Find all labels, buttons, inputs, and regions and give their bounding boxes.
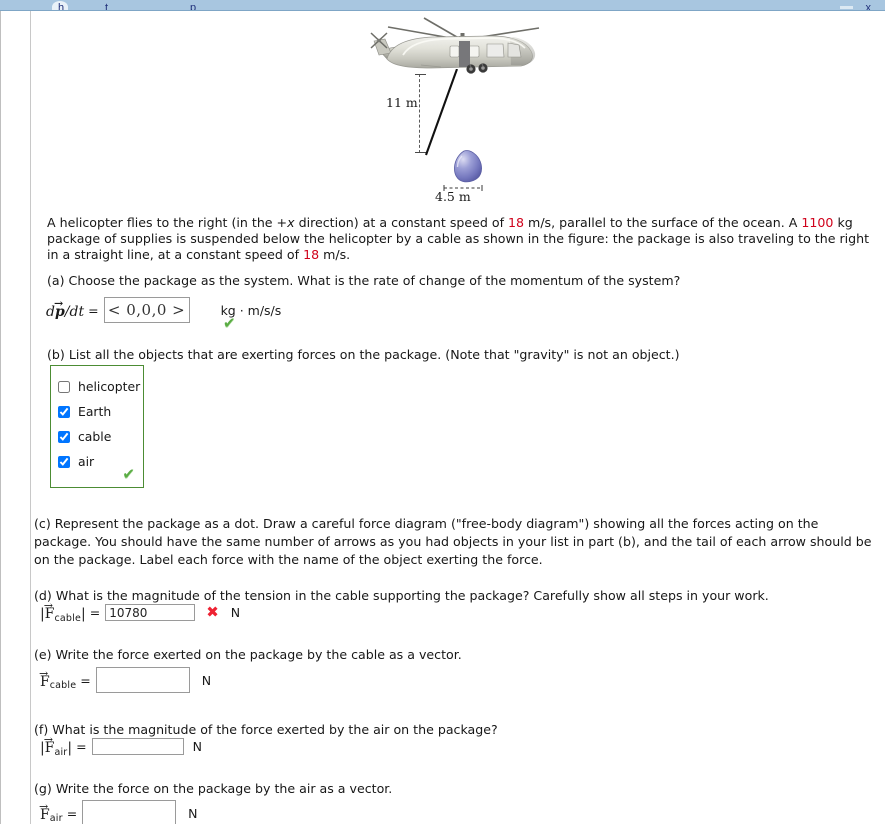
part-f-unit: N — [192, 739, 202, 754]
part-g-unit: N — [188, 805, 198, 821]
part-d-unit: N — [230, 605, 241, 620]
part-a-math-label: d → p /dt — [46, 296, 85, 320]
dpdt-p-vector: → p — [53, 296, 65, 320]
part-e-F-vector: → F — [39, 666, 50, 690]
part-d-answer-row: | →F cable| = ✖ N — [40, 599, 241, 624]
statement-mass: 1100 — [801, 215, 834, 230]
problem-statement: A helicopter flies to the right (in the … — [47, 215, 878, 263]
checkbox-cable[interactable] — [58, 430, 70, 443]
browser-url-fragment-2: t — [105, 2, 109, 11]
part-b-checkbox-group: helicopter Earth cable air ✔ — [50, 365, 144, 488]
checkbox-label-air: air — [78, 454, 95, 469]
vertical-dimension-line — [415, 74, 426, 153]
part-a-prompt: (a) Choose the package as the system. Wh… — [47, 273, 681, 288]
browser-chrome-bar: h t p x — [0, 0, 885, 11]
part-e-subscript: cable — [49, 680, 77, 691]
part-d-input[interactable] — [105, 604, 196, 621]
part-e-equals: = — [80, 672, 91, 688]
part-b-prompt: (b) List all the objects that are exerti… — [47, 347, 680, 362]
abs-bar-close: | — [67, 740, 73, 756]
part-b-option-helicopter[interactable]: helicopter — [51, 374, 143, 399]
part-d-prompt: (d) What is the magnitude of the tension… — [34, 588, 769, 603]
part-a-answer-row: d →p /dt = kg · m/s/s — [46, 297, 281, 323]
part-f-math-label: | → F air | — [40, 733, 73, 758]
vector-arrow-icon: → — [39, 666, 49, 680]
part-d-subscript: cable — [54, 612, 81, 624]
part-b-option-cable[interactable]: cable — [51, 424, 143, 449]
problem-figure: 11 m 4.5 m — [31, 11, 885, 204]
part-d-incorrect-icon: ✖ — [206, 603, 219, 621]
statement-seg-2: direction) at a constant speed of — [294, 215, 509, 230]
part-b-option-list: helicopter Earth cable air — [51, 366, 143, 474]
checkbox-label-cable: cable — [78, 429, 112, 444]
part-d-F-vector: → F — [43, 599, 55, 622]
part-e-input[interactable] — [95, 667, 190, 693]
part-f-answer-row: | → F air | = N — [40, 733, 202, 758]
part-e-math-label: → F cable — [39, 666, 77, 691]
part-g-math-label: → F air — [39, 799, 63, 824]
part-f-subscript: air — [54, 746, 68, 758]
horizontal-dimension-label: 4.5 m — [435, 189, 471, 204]
browser-url-fragment-1: h — [58, 2, 65, 11]
abs-bar-close: | — [81, 606, 86, 622]
vector-arrow-icon: → — [43, 733, 53, 746]
part-e-answer-row: → F cable = N — [39, 666, 212, 693]
part-d-equals: = — [89, 605, 101, 620]
statement-seg-1: A helicopter flies to the right (in the … — [47, 215, 288, 230]
part-e-unit: N — [201, 672, 212, 688]
checkbox-label-helicopter: helicopter — [78, 379, 141, 394]
checkbox-helicopter[interactable] — [58, 380, 70, 393]
part-a-input[interactable] — [103, 297, 190, 323]
part-a-equals: = — [88, 302, 99, 318]
part-b-correct-icon: ✔ — [122, 465, 135, 483]
window-close-button[interactable]: x — [866, 2, 872, 10]
part-a-correct-icon: ✔ — [223, 314, 236, 332]
problem-content-column: 11 m 4.5 m A helicopter flies to the rig… — [30, 11, 885, 824]
vertical-dimension-label: 11 m — [386, 95, 418, 110]
part-g-answer-row: → F air = N — [39, 799, 198, 824]
statement-seg-3: m/s, parallel to the surface of the ocea… — [524, 215, 802, 230]
part-g-subscript: air — [49, 813, 63, 824]
part-f-prompt: (f) What is the magnitude of the force e… — [34, 722, 498, 737]
part-e-prompt: (e) Write the force exerted on the packa… — [34, 647, 462, 662]
vector-arrow-icon: → — [43, 599, 53, 612]
part-d-math-label: | → F cable | — [40, 599, 86, 624]
part-b-option-earth[interactable]: Earth — [51, 399, 143, 424]
statement-speed-2: 18 — [303, 246, 320, 262]
statement-x-axis: x — [287, 215, 295, 230]
dpdt-dt: /dt — [64, 303, 85, 320]
part-f-input[interactable] — [91, 738, 184, 755]
part-c-prompt: (c) Represent the package as a dot. Draw… — [34, 516, 872, 567]
checkbox-label-earth: Earth — [78, 404, 112, 419]
part-g-input[interactable] — [82, 800, 177, 824]
package-icon — [454, 150, 482, 183]
checkbox-earth[interactable] — [58, 405, 70, 418]
vector-arrow-icon: → — [53, 296, 64, 310]
part-f-equals: = — [76, 739, 87, 754]
window-minimize-button[interactable] — [840, 6, 853, 9]
part-g-equals: = — [66, 805, 78, 821]
page-viewport: 11 m 4.5 m A helicopter flies to the rig… — [0, 11, 885, 824]
browser-url-fragment-3: p — [190, 2, 197, 11]
vector-arrow-icon: → — [39, 799, 49, 813]
statement-speed-1: 18 — [508, 215, 525, 230]
part-f-F-vector: → F — [43, 733, 55, 756]
part-g-F-vector: → F — [39, 799, 50, 823]
checkbox-air[interactable] — [58, 455, 70, 468]
statement-seg-5: m/s. — [319, 246, 351, 262]
part-g-prompt: (g) Write the force on the package by th… — [34, 781, 393, 796]
helicopter-icon — [361, 15, 561, 95]
